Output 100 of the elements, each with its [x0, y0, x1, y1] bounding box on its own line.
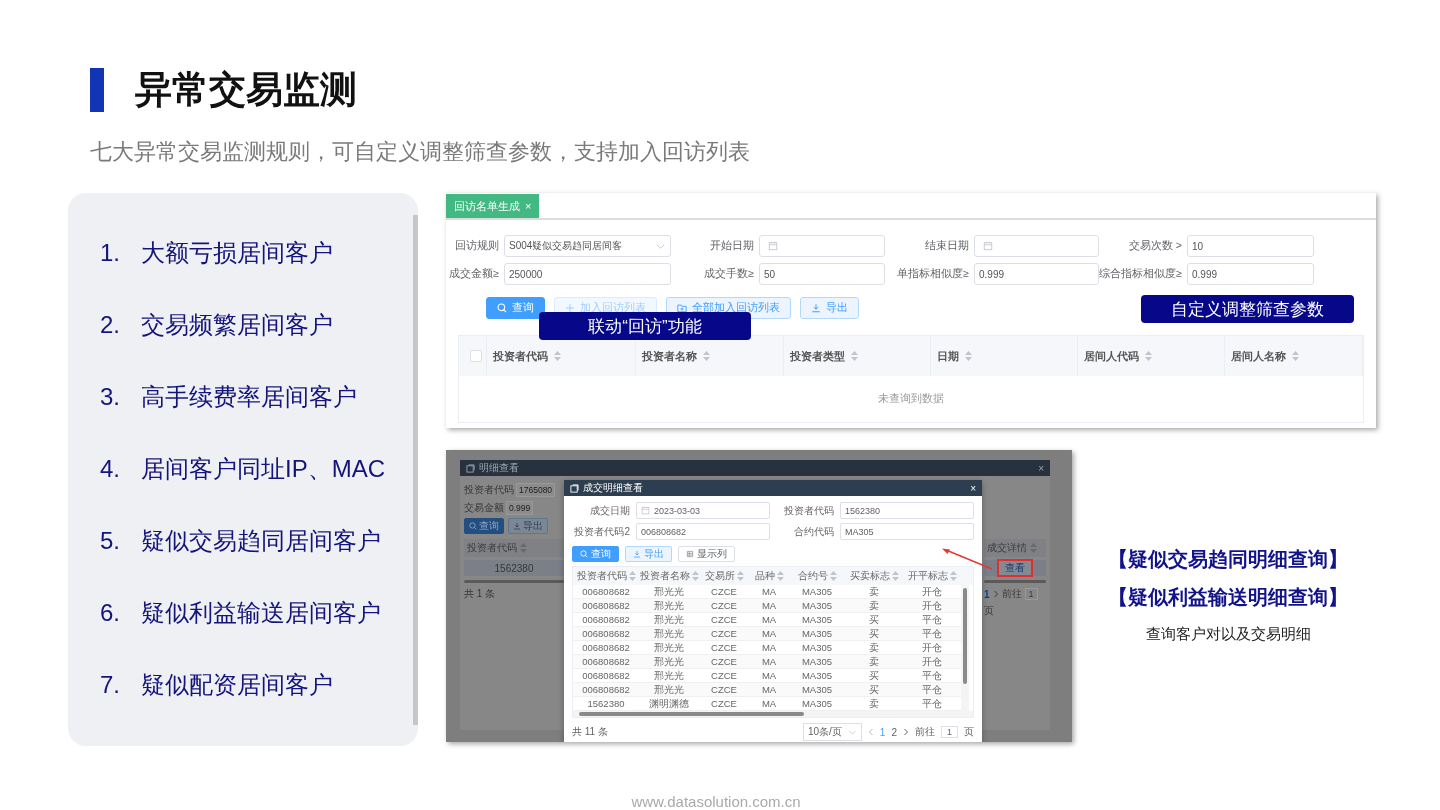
- close-icon[interactable]: ×: [970, 482, 976, 494]
- chevron-right-icon[interactable]: [903, 728, 909, 736]
- goto-label: 前往: [915, 725, 935, 739]
- chevron-left-icon[interactable]: [867, 728, 874, 736]
- table-cell-text: 006808682: [581, 613, 631, 626]
- table-cell-text: 平仓: [921, 627, 943, 640]
- page-size-select[interactable]: 10条/页: [802, 723, 862, 741]
- rule-item: 疑似利益输送居间客户: [141, 598, 381, 628]
- input-field[interactable]: 006808682: [636, 523, 770, 540]
- download-icon: [633, 550, 641, 558]
- action-button[interactable]: 显示列: [678, 546, 735, 562]
- table-cell-text: CZCE: [710, 613, 738, 626]
- calendar-icon: [641, 506, 650, 515]
- title-bar: [90, 68, 104, 112]
- plus-icon: [565, 303, 575, 313]
- field-label: 单指标相似度≥: [896, 267, 970, 281]
- list-number: 3.: [100, 383, 121, 411]
- column-header: 居间人代码: [1084, 348, 1139, 364]
- list-number: 6.: [100, 599, 121, 627]
- page-unit: 页: [984, 604, 994, 618]
- input-field[interactable]: 10: [1187, 235, 1314, 257]
- checkbox[interactable]: [469, 350, 482, 362]
- table-cell-text: MA: [760, 669, 778, 682]
- input-field[interactable]: 50: [759, 263, 885, 285]
- input-field[interactable]: 1765080: [516, 482, 556, 497]
- column-header: 品种: [754, 569, 775, 583]
- download-icon: [811, 303, 821, 313]
- rule-item: 大额亏损居间客户: [141, 238, 333, 268]
- table-cell-text: MA305: [800, 683, 834, 696]
- input-field[interactable]: 250000: [504, 263, 671, 285]
- input-field[interactable]: 0.999: [1187, 263, 1314, 285]
- table-cell-text: MA305: [800, 641, 834, 654]
- table-cell-text: MA305: [800, 613, 834, 626]
- input-field[interactable]: 1562380: [840, 502, 974, 519]
- page-number[interactable]: 1: [879, 726, 886, 738]
- chevron-right-icon[interactable]: [992, 590, 999, 598]
- sort-icon: [1145, 351, 1152, 361]
- table-cell-text: 平仓: [921, 613, 943, 626]
- footer-url: www.datasolution.com.cn: [631, 793, 801, 810]
- search-icon: [497, 303, 507, 313]
- column-header: 投资者代码: [493, 348, 548, 364]
- column-header: 成交详情: [987, 541, 1027, 555]
- view-button[interactable]: 查看: [997, 559, 1033, 577]
- date-field[interactable]: 2023-03-03: [636, 502, 770, 519]
- list-number: 2.: [100, 311, 121, 339]
- callout-tooltip: 联动“回访”功能: [539, 312, 751, 340]
- sort-icon: [1030, 543, 1037, 553]
- page-number[interactable]: 2: [891, 726, 897, 738]
- date-field[interactable]: [759, 235, 885, 257]
- table-cell-text: 平仓: [921, 669, 943, 682]
- table-cell-text: 邢光光: [653, 641, 685, 654]
- column-header: 买卖标志: [849, 569, 890, 583]
- table-cell-text: MA305: [800, 599, 834, 612]
- page-unit: 页: [964, 725, 974, 739]
- note-heading: 【疑似利益输送明细查询】: [1108, 585, 1348, 610]
- slide-subtitle: 七大异常交易监测规则，可自定义调整筛查参数，支持加入回访列表: [90, 138, 751, 166]
- column-header: 投资者类型: [790, 348, 845, 364]
- field-label: 交易金额: [464, 500, 504, 515]
- sort-icon: [965, 351, 972, 361]
- callout-tooltip: 自定义调整筛查参数: [1141, 295, 1354, 323]
- action-button[interactable]: 查询: [572, 546, 619, 562]
- table-cell-text: 渊明渊德: [648, 697, 690, 710]
- column-header: 日期: [937, 348, 959, 364]
- close-icon[interactable]: ×: [1038, 462, 1044, 474]
- sort-icon: [691, 571, 699, 581]
- column-header: 投资者名称: [642, 348, 697, 364]
- table-cell-text: 邢光光: [653, 613, 685, 626]
- table-cell-text: 开仓: [921, 599, 943, 612]
- action-button[interactable]: 导出: [508, 518, 548, 534]
- sort-icon: [628, 571, 636, 581]
- calendar-icon: [983, 241, 993, 251]
- table-cell-text: 开仓: [921, 585, 943, 598]
- table-cell-text: 1562380: [586, 697, 626, 710]
- sort-icon: [891, 571, 899, 581]
- table-cell-text: 邢光光: [653, 669, 685, 682]
- calendar-icon: [768, 241, 778, 251]
- table-cell-text: MA: [760, 655, 778, 668]
- input-field[interactable]: 0.999: [974, 263, 1099, 285]
- folder-plus-icon: [677, 303, 687, 313]
- table-cell-text: MA: [760, 683, 778, 696]
- rule-item: 居间客户同址IP、MAC: [141, 454, 385, 484]
- select-field[interactable]: S004疑似交易趋同居间客: [504, 235, 671, 257]
- table-cell-text: 卖: [868, 697, 880, 710]
- input-field[interactable]: 0.999: [506, 500, 534, 515]
- table-cell-text: MA305: [800, 585, 834, 598]
- page-input[interactable]: 1: [941, 726, 958, 738]
- field-label: 开始日期: [709, 239, 755, 253]
- sort-icon: [851, 351, 858, 361]
- column-header: 居间人名称: [1231, 348, 1286, 364]
- list-number: 4.: [100, 455, 121, 483]
- field-label: 合约代码: [793, 524, 834, 539]
- action-button[interactable]: 查询: [486, 297, 545, 319]
- list-number: 1.: [100, 239, 121, 267]
- input-field[interactable]: MA305: [840, 523, 974, 540]
- sort-icon: [520, 543, 527, 553]
- page-input[interactable]: 1: [1024, 588, 1038, 600]
- rule-item: 高手续费率居间客户: [141, 382, 357, 412]
- action-button[interactable]: 查询: [464, 518, 504, 534]
- field-label: 回访规则: [454, 239, 500, 253]
- date-field[interactable]: [974, 235, 1099, 257]
